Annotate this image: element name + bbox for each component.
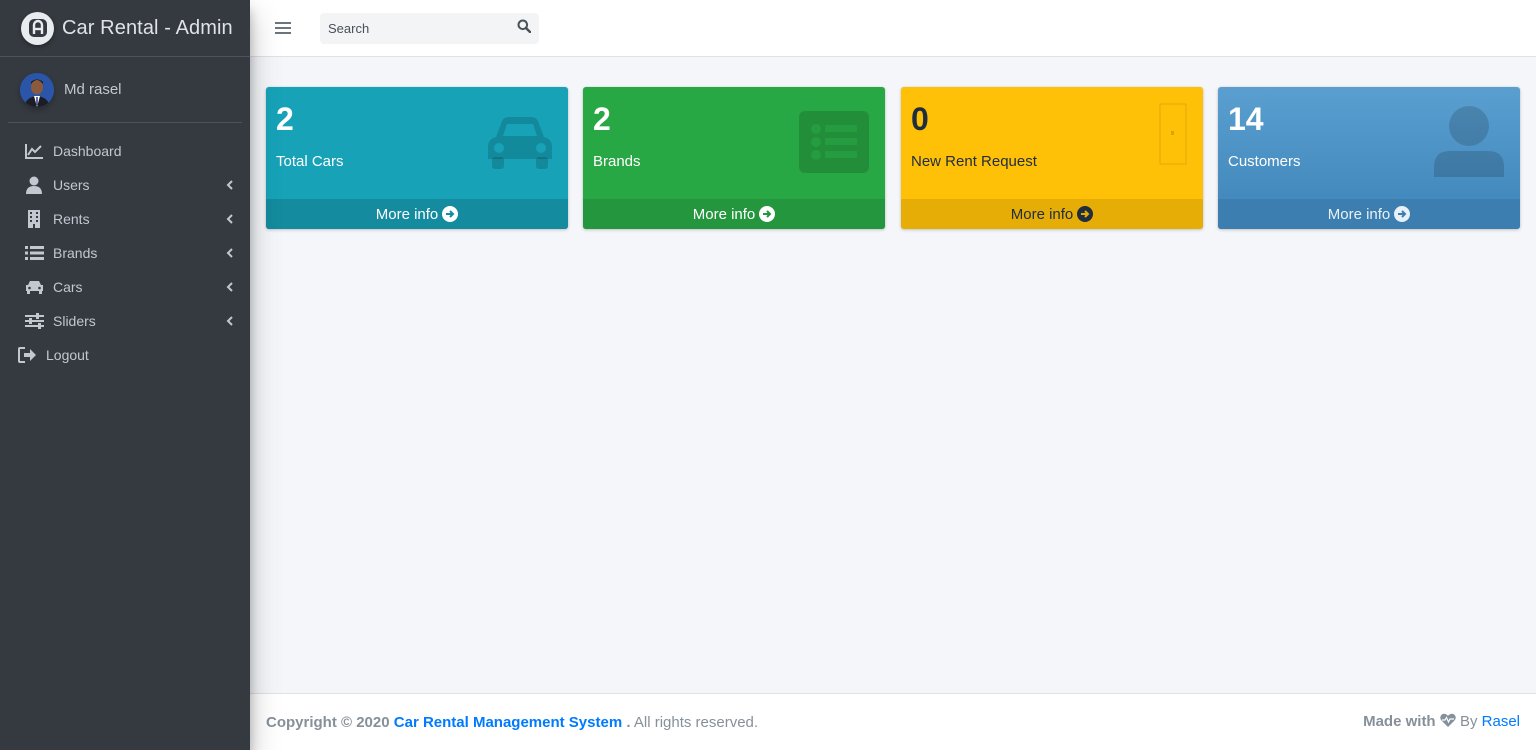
stat-value: 0 [911,101,929,137]
more-info-link[interactable]: More info [583,199,885,229]
sidebar-item-label: Logout [46,347,89,363]
arrow-circle-right-icon [442,206,459,222]
sidebar-item-sliders[interactable]: Sliders [0,304,250,338]
stat-value: 2 [593,101,611,137]
sidebar-item-label: Cars [53,279,83,295]
chevron-left-icon [226,316,234,326]
brand-logo-icon [21,11,54,45]
search-button[interactable] [509,13,539,44]
more-info-link[interactable]: More info [1218,199,1520,229]
building-icon [24,209,44,229]
image-icon [1159,103,1187,170]
stat-value: 2 [276,101,294,137]
stat-label: Customers [1228,153,1301,170]
sidebar-item-label: Sliders [53,313,96,329]
sidebar-item-rents[interactable]: Rents [0,202,250,236]
car-icon [24,277,44,297]
chart-area-icon [24,141,44,161]
top-navbar [250,0,1536,57]
user-avatar [20,72,54,107]
stat-card-brands: 2 Brands More info [583,87,885,229]
made-with-label: Made with [1363,712,1436,730]
stat-label: New Rent Request [911,153,1037,170]
system-link[interactable]: Car Rental Management System [394,714,622,731]
sidebar-item-label: Users [53,177,90,193]
chevron-left-icon [226,214,234,224]
menu-toggle-icon[interactable] [273,18,293,38]
more-info-label: More info [1010,205,1074,223]
sidebar-item-brands[interactable]: Brands [0,236,250,270]
brand-link[interactable]: Car Rental - Admin [0,0,250,57]
stat-card-total-cars: 2 Total Cars More info [266,87,568,229]
sidebar-item-logout[interactable]: Logout [0,338,250,372]
heartbeat-icon [1440,713,1456,732]
sidebar-item-users[interactable]: Users [0,168,250,202]
search-input[interactable] [320,12,509,44]
more-info-label: More info [375,205,439,223]
brand-text: Car Rental - Admin [62,16,233,39]
sidebar-item-cars[interactable]: Cars [0,270,250,304]
list-icon [799,111,869,178]
sidebar-item-dashboard[interactable]: Dashboard [0,134,250,168]
stat-value: 14 [1228,101,1264,137]
search-icon [517,19,532,38]
copyright-dot: . [626,713,631,731]
sliders-icon [24,311,44,331]
chevron-left-icon [226,282,234,292]
arrow-circle-right-icon [1394,206,1411,222]
sidebar-item-label: Rents [53,211,90,227]
sidebar-item-label: Dashboard [53,143,122,159]
stat-card-customers: 14 Customers More info [1218,87,1520,229]
page-footer: Copyright © 2020 Car Rental Management S… [250,693,1536,750]
stat-label: Total Cars [276,153,344,170]
arrow-circle-right-icon [1077,206,1094,222]
sidebar-nav: Dashboard Users Rents Brands Cars Slider… [0,123,250,372]
user-icon [1434,105,1504,182]
sidebar-item-label: Brands [53,245,98,261]
made-with-text: Made with By Rasel [1363,713,1520,732]
by-text: By [1459,712,1478,730]
stat-label: Brands [593,153,641,170]
stat-card-new-rent-request: 0 New Rent Request More info [901,87,1203,229]
user-panel[interactable]: Md rasel [8,57,242,123]
more-info-label: More info [1327,205,1391,223]
sign-out-icon [17,345,37,365]
car-icon [486,115,554,174]
user-name: Md rasel [64,81,122,98]
rights-text: All rights reserved. [633,713,759,731]
sidebar: Car Rental - Admin Md rasel Dashboard Us… [0,0,250,750]
more-info-link[interactable]: More info [901,199,1203,229]
copyright-text: Copyright © 2020 Car Rental Management S… [266,714,758,731]
chevron-left-icon [226,180,234,190]
chevron-left-icon [226,248,234,258]
more-info-link[interactable]: More info [266,199,568,229]
list-icon [24,243,44,263]
author-link[interactable]: Rasel [1482,713,1520,730]
arrow-circle-right-icon [759,206,776,222]
user-icon [24,175,44,195]
copyright-label: Copyright © 2020 [266,713,390,731]
more-info-label: More info [692,205,756,223]
search-box [320,12,539,44]
